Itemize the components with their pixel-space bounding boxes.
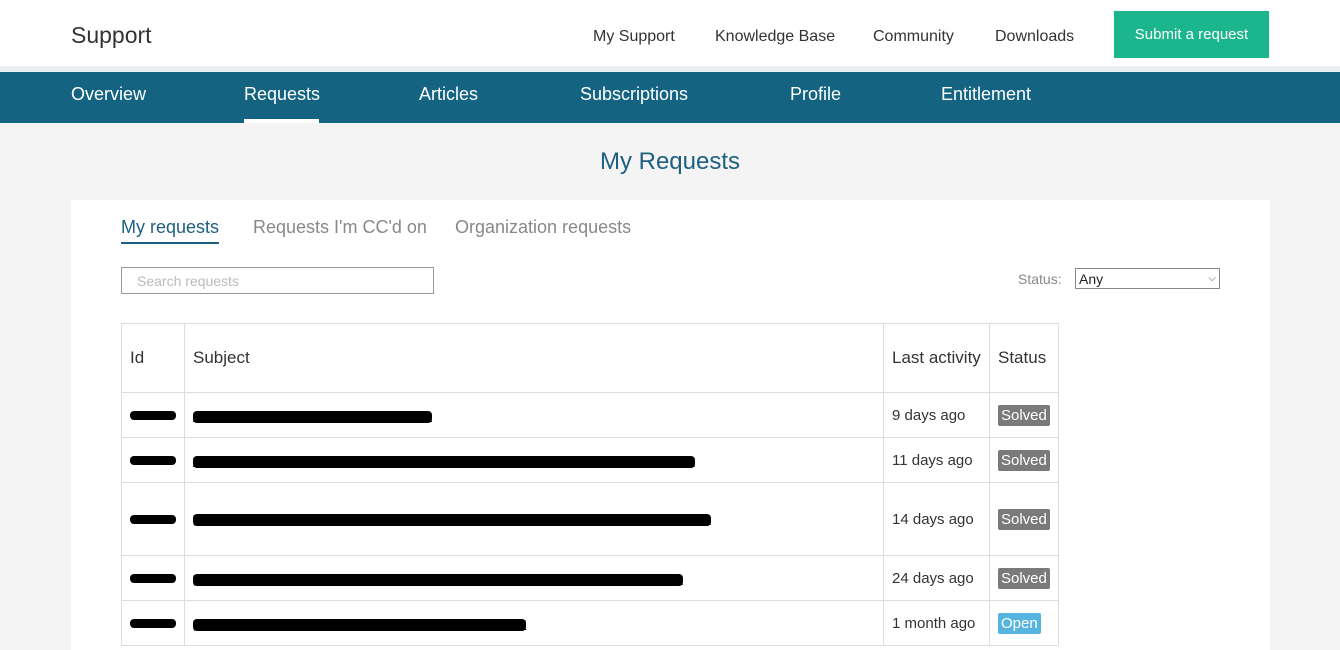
table-row: [Knowledgebase Article] - Advantages of … — [121, 600, 1059, 646]
request-subject: DXC / Ministry of Justice and MFCnovo ac… — [184, 392, 884, 438]
chevron-down-icon: ⌵ — [1208, 273, 1216, 284]
request-subject: [Knowledgebase Article] - BCA0.1.5: BCA … — [184, 555, 884, 601]
tab-my-requests[interactable]: My requests — [121, 217, 219, 238]
search-input[interactable] — [121, 267, 434, 294]
nav-my-support[interactable]: My Support — [593, 28, 675, 46]
header-id[interactable]: Id — [121, 323, 185, 393]
nav-downloads[interactable]: Downloads — [995, 28, 1074, 46]
status-badge: Solved — [998, 567, 1050, 589]
request-last-activity: 14 days ago — [883, 482, 990, 556]
request-subject-link[interactable]: [Knowledgebase Article] - BCA0.1.5: BCA … — [193, 573, 683, 586]
page-title: My Requests — [599, 148, 741, 175]
header-subject[interactable]: Subject — [184, 323, 884, 393]
subnav-overview[interactable]: Overview — [71, 84, 146, 105]
subnav-profile[interactable]: Profile — [790, 84, 841, 105]
table-row: [Knowledgebase Article] - BCA0.1.5: BCA … — [121, 555, 1059, 601]
request-subject-link[interactable]: RE: Cyberagent PO#4811340853 RE: TMW Clo… — [193, 455, 695, 468]
subnav-articles[interactable]: Articles — [419, 84, 478, 105]
request-status: Open — [989, 600, 1059, 646]
subnav-entitlement[interactable]: Entitlement — [941, 84, 1031, 105]
top-header: Support My Support Knowledge Base Commun… — [0, 0, 1340, 66]
table-row: DXC / Ministry of Justice and MFCnovo ac… — [121, 392, 1059, 438]
request-last-activity: 11 days ago — [883, 437, 990, 483]
submit-request-button[interactable]: Submit a request — [1114, 11, 1269, 58]
status-badge: Solved — [998, 449, 1050, 471]
subnav-active-indicator — [244, 119, 319, 123]
header-last-activity[interactable]: Last activity — [883, 323, 990, 393]
request-last-activity: 24 days ago — [883, 555, 990, 601]
request-status: Solved — [989, 392, 1059, 438]
subnav-requests[interactable]: Requests — [244, 84, 320, 105]
request-id — [121, 600, 185, 646]
status-badge: Open — [998, 612, 1041, 634]
request-subject-link[interactable]: [Knowledgebase Article] - Advantages of … — [193, 618, 527, 631]
header-status[interactable]: Status — [989, 323, 1059, 393]
request-status: Solved — [989, 437, 1059, 483]
requests-table: Id Subject Last activity Status DXC / Mi… — [121, 323, 1059, 646]
request-subject-link[interactable]: [Knowledgebase Article] - Patch acquisit… — [193, 513, 711, 526]
table-row: RE: Cyberagent PO#4811340853 RE: TMW Clo… — [121, 437, 1059, 483]
table-header-row: Id Subject Last activity Status — [121, 323, 1059, 393]
requests-card: My requests Requests I'm CC'd on Organiz… — [71, 200, 1270, 650]
tab-active-underline — [121, 242, 219, 244]
request-subject: [Knowledgebase Article] - Advantages of … — [184, 600, 884, 646]
request-last-activity: 1 month ago — [883, 600, 990, 646]
request-status: Solved — [989, 555, 1059, 601]
status-filter-label: Status: — [1018, 271, 1062, 287]
brand-title[interactable]: Support — [71, 22, 152, 49]
request-id — [121, 392, 185, 438]
request-id — [121, 555, 185, 601]
status-filter-select[interactable]: Any ⌵ — [1075, 268, 1220, 289]
request-subject: [Knowledgebase Article] - Patch acquisit… — [184, 482, 884, 556]
status-badge: Solved — [998, 508, 1050, 530]
request-id — [121, 437, 185, 483]
nav-knowledge-base[interactable]: Knowledge Base — [715, 28, 835, 46]
request-subject-link[interactable]: DXC / Ministry of Justice and MFCnovo ac… — [193, 410, 433, 423]
request-subject: RE: Cyberagent PO#4811340853 RE: TMW Clo… — [184, 437, 884, 483]
request-status: Solved — [989, 482, 1059, 556]
nav-community[interactable]: Community — [873, 28, 954, 46]
tab-cc-requests[interactable]: Requests I'm CC'd on — [253, 217, 427, 238]
section-nav: Overview Requests Articles Subscriptions… — [0, 72, 1340, 123]
request-id — [121, 482, 185, 556]
status-filter-value: Any — [1079, 270, 1104, 287]
table-row: [Knowledgebase Article] - Patch acquisit… — [121, 482, 1059, 556]
status-badge: Solved — [998, 404, 1050, 426]
subnav-subscriptions[interactable]: Subscriptions — [580, 84, 688, 105]
tab-organization-requests[interactable]: Organization requests — [455, 217, 631, 238]
request-last-activity: 9 days ago — [883, 392, 990, 438]
